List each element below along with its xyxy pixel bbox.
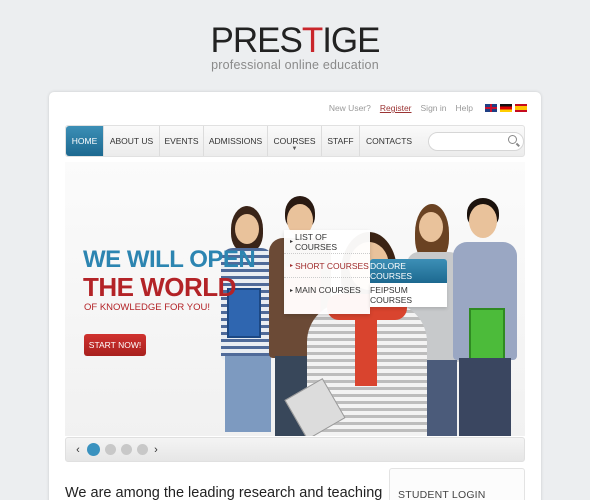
short-courses-submenu: DOLORE COURSES FEIPSUM COURSES (370, 259, 447, 307)
german-flag-icon[interactable] (500, 104, 512, 112)
nav-item-courses[interactable]: COURSES ▼ (268, 126, 322, 156)
slide-dot-2[interactable] (104, 444, 116, 455)
hero-banner: WE WILL OPEN THE WORLD OF KNOWLEDGE FOR … (65, 162, 525, 436)
utility-bar: New User? Register Sign in Help (320, 103, 527, 113)
nav-item-home[interactable]: HOME (66, 126, 104, 156)
courses-dropdown: ▸ LIST OF COURSES ▸ SHORT COURSES ▸ MAIN CO… (284, 230, 370, 314)
nav-item-about-us[interactable]: ABOUT US (104, 126, 160, 156)
hero-subheading: OF KNOWLEDGE FOR YOU! (84, 302, 210, 313)
arrow-right-icon: ▸ (290, 239, 294, 245)
nav-item-admissions[interactable]: ADMISSIONS (204, 126, 268, 156)
sign-in-link[interactable]: Sign in (421, 103, 447, 113)
start-now-button[interactable]: START NOW! (84, 334, 146, 356)
slide-dot-4[interactable] (136, 444, 148, 455)
new-user-label: New User? (328, 103, 371, 113)
spanish-flag-icon[interactable] (515, 104, 527, 112)
chevron-right-icon[interactable]: › (150, 444, 162, 456)
slide-dot-1[interactable] (86, 443, 100, 456)
slider-pager: ‹ › (65, 437, 525, 462)
site-logo[interactable]: PRESTIGE professional online education (0, 21, 590, 73)
uk-flag-icon[interactable] (485, 104, 497, 112)
search-icon[interactable] (508, 135, 517, 144)
logo-tagline: professional online education (211, 58, 379, 72)
submenu-item-dolore-courses[interactable]: DOLORE COURSES (370, 259, 447, 283)
student-login-box: STUDENT LOGIN (389, 468, 525, 500)
hero-heading-line1: WE WILL OPEN (83, 246, 256, 273)
search-input[interactable] (428, 132, 524, 151)
chevron-down-icon: ▼ (291, 146, 298, 152)
help-link[interactable]: Help (456, 103, 473, 113)
hero-heading-line2: THE WORLD (83, 272, 236, 302)
arrow-right-icon: ▸ (290, 287, 294, 294)
register-link[interactable]: Register (380, 103, 412, 113)
submenu-item-feipsum-courses[interactable]: FEIPSUM COURSES (370, 283, 447, 307)
chevron-left-icon[interactable]: ‹ (72, 444, 84, 456)
main-panel: New User? Register Sign in Help HOME ABO… (49, 92, 541, 500)
student-login-title: STUDENT LOGIN (398, 489, 486, 500)
nav-item-events[interactable]: EVENTS (160, 126, 204, 156)
dropdown-item-short-courses[interactable]: ▸ SHORT COURSES (284, 254, 370, 278)
logo-title: PRESTIGE (210, 21, 381, 60)
main-nav: HOME ABOUT US EVENTS ADMISSIONS COURSES … (65, 125, 525, 157)
nav-item-contacts[interactable]: CONTACTS (360, 126, 418, 156)
intro-headline: We are among the leading research and te… (65, 485, 383, 500)
language-flags (485, 104, 527, 112)
arrow-right-icon: ▸ (290, 263, 294, 269)
nav-item-courses-label: COURSES (273, 136, 316, 146)
dropdown-item-main-courses[interactable]: ▸ MAIN COURSES (284, 278, 370, 302)
nav-item-staff[interactable]: STAFF (322, 126, 360, 156)
dropdown-item-list-of-courses[interactable]: ▸ LIST OF COURSES (284, 230, 370, 254)
slide-dot-3[interactable] (120, 444, 132, 455)
